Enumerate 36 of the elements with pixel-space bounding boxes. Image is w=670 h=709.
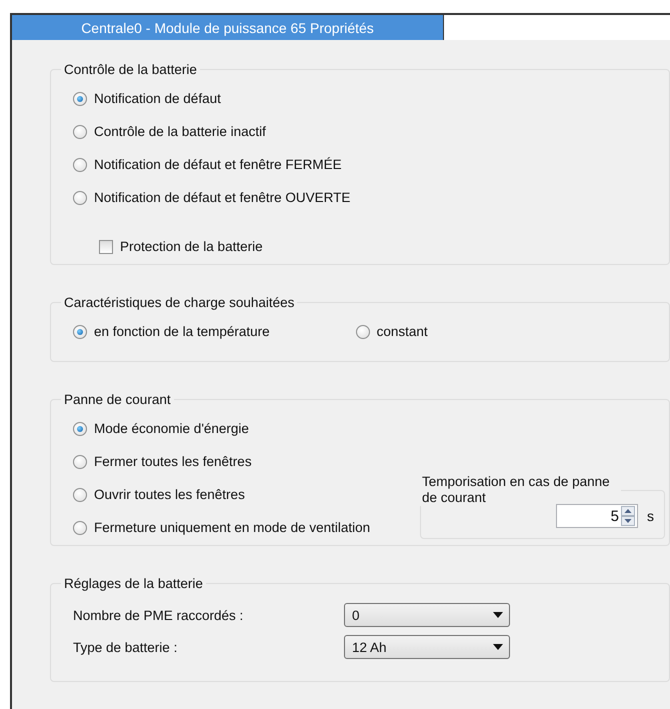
group-title: Contrôle de la batterie <box>63 62 198 77</box>
window-title: Centrale0 - Module de puissance 65 Propriétés <box>12 15 444 40</box>
group-title: Temporisation en cas de panne de courant <box>421 474 611 506</box>
setting-label: Type de batterie : <box>73 640 178 654</box>
dropdown[interactable]: 12 Ah <box>344 635 510 659</box>
caret-icon <box>493 644 503 650</box>
radio-button[interactable] <box>73 324 87 338</box>
radio-button[interactable] <box>73 92 87 106</box>
radio-option[interactable]: Contrôle de la batterie inactif <box>73 124 350 139</box>
radio-option[interactable]: Mode économie d'énergie <box>73 421 370 436</box>
radio-option[interactable]: Fermeture uniquement en mode de ventilation <box>73 520 370 535</box>
group-title: Réglages de la batterie <box>63 576 204 591</box>
radio-button[interactable] <box>73 422 87 436</box>
unit-label: s <box>647 508 654 524</box>
radio-option[interactable]: Fermer toutes les fenêtres <box>73 454 370 469</box>
radio-button[interactable] <box>73 454 87 468</box>
radio-button[interactable] <box>73 190 87 204</box>
radio-option[interactable]: Notification de défaut et fenêtre OUVERTE <box>73 190 350 205</box>
checkbox[interactable] <box>99 240 113 254</box>
radio-button[interactable] <box>73 488 87 502</box>
radio-option[interactable]: constant <box>356 324 428 339</box>
caret-icon <box>493 612 503 618</box>
number-field[interactable]: 5 <box>556 504 638 528</box>
group-title: Panne de courant <box>63 392 172 407</box>
radio-option[interactable]: Ouvrir toutes les fenêtres <box>73 487 370 502</box>
radio-button[interactable] <box>73 158 87 172</box>
radio-option[interactable]: en fonction de la température <box>73 324 270 339</box>
radio-button[interactable] <box>73 520 87 534</box>
radio-button[interactable] <box>356 324 370 338</box>
radio-button[interactable] <box>73 124 87 138</box>
group-title: Caractéristiques de charge souhaitées <box>63 295 296 310</box>
setting-label: Nombre de PME raccordés : <box>73 608 244 622</box>
checkbox-option[interactable]: Protection de la batterie <box>99 239 350 254</box>
radio-option[interactable]: Notification de défaut <box>73 91 350 106</box>
radio-option[interactable]: Notification de défaut et fenêtre FERMÉE <box>73 157 350 172</box>
dropdown[interactable]: 0 <box>344 603 510 627</box>
